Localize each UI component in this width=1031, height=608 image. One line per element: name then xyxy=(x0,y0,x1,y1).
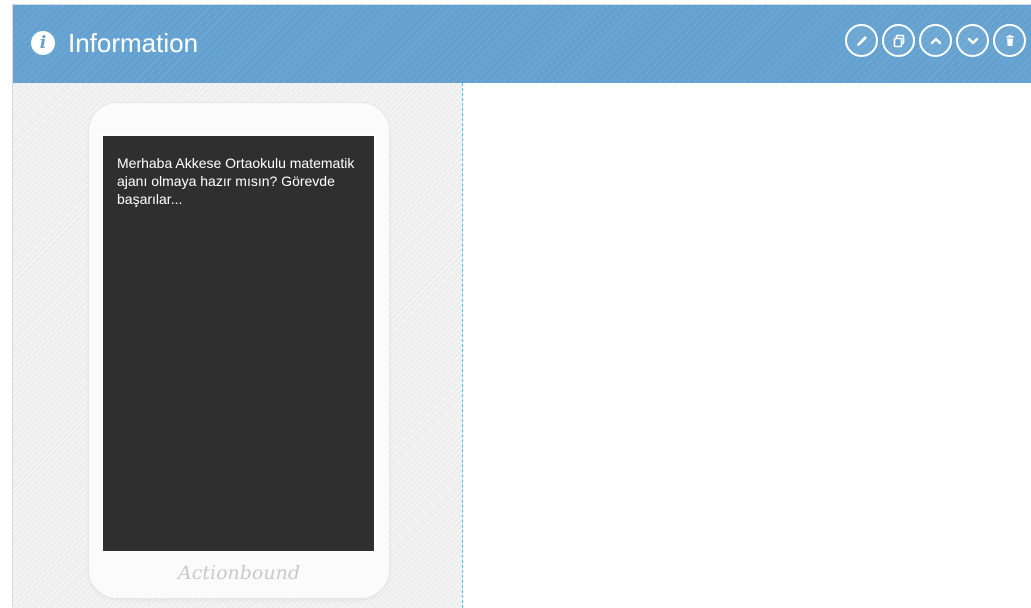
phone-preview: Merhaba Akkese Ortaokulu matematik ajanı… xyxy=(89,103,389,598)
chevron-down-icon xyxy=(967,37,978,44)
info-icon: i xyxy=(31,31,55,55)
edit-button[interactable] xyxy=(845,24,878,57)
trash-icon xyxy=(1006,34,1013,46)
pencil-icon xyxy=(856,35,867,46)
chevron-up-icon xyxy=(930,37,941,44)
copy-icon xyxy=(893,34,904,47)
panel-header: i Information xyxy=(13,5,1031,83)
brand-logo: Actionbound xyxy=(178,562,300,584)
preview-message: Merhaba Akkese Ortaokulu matematik ajanı… xyxy=(117,155,355,207)
move-up-button[interactable] xyxy=(919,24,952,57)
page-title: Information xyxy=(68,28,199,58)
header-actions xyxy=(845,24,1026,57)
phone-screen: Merhaba Akkese Ortaokulu matematik ajanı… xyxy=(101,134,376,553)
delete-button[interactable] xyxy=(993,24,1026,57)
duplicate-button[interactable] xyxy=(882,24,915,57)
content-area xyxy=(464,83,1031,607)
preview-pane: Merhaba Akkese Ortaokulu matematik ajanı… xyxy=(13,83,463,608)
move-down-button[interactable] xyxy=(956,24,989,57)
information-panel: i Information Merhaba Akkese Ortaokulu m… xyxy=(12,4,1031,608)
